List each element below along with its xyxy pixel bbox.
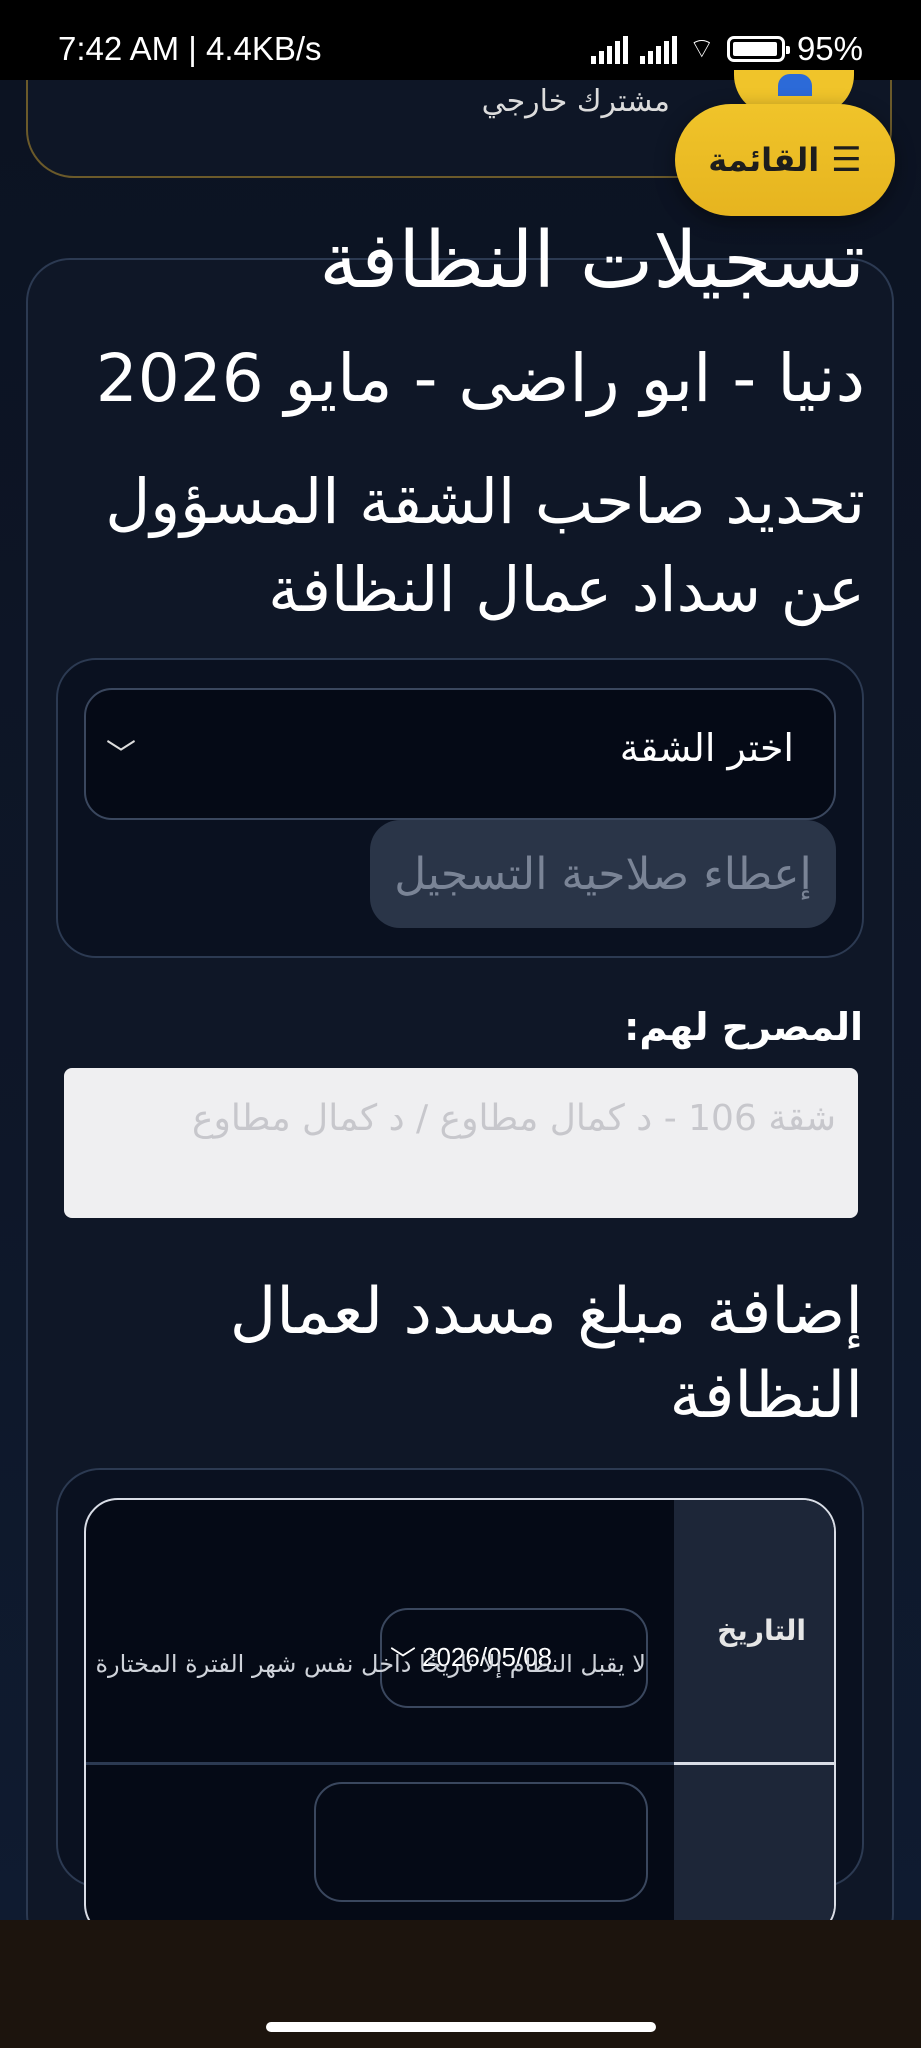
date-hint: لا يقبل النظام إلا تاريخًا داخل نفس شهر …: [95, 1650, 646, 1678]
home-indicator[interactable]: [266, 2022, 656, 2032]
grant-permission-button[interactable]: إعطاء صلاحية التسجيل: [370, 820, 836, 928]
date-label-cell: التاريخ: [674, 1500, 834, 1762]
status-time: 7:42 AM | 4.4KB/s: [58, 30, 322, 67]
wifi-icon: ⌔: [688, 32, 715, 64]
payment-form-table: التاريخ ﹀ 2026/05/08 لا يقبل النظام إلا …: [84, 1498, 836, 1938]
status-icons: ⌔ 95%: [590, 30, 863, 68]
navigation-bar: [0, 1920, 921, 2048]
status-bar: 7:42 AM | 4.4KB/s ⌔ 95%: [0, 0, 921, 80]
page-title: تسجيلات النظافة: [319, 216, 865, 306]
amount-label-cell: [674, 1765, 834, 1936]
battery-percent: 95%: [796, 30, 863, 67]
amount-input[interactable]: [314, 1782, 648, 1902]
signal-icon: [590, 34, 628, 64]
chevron-down-icon: ﹀: [106, 738, 136, 773]
section-title: تحديد صاحب الشقة المسؤول عن سداد عمال ال…: [105, 465, 865, 626]
menu-label: القائمة: [708, 141, 820, 179]
page-subtitle: دنيا - ابو راضى - مايو 2026: [95, 340, 865, 417]
hamburger-icon: ☰: [831, 140, 862, 180]
user-icon: [778, 74, 812, 96]
apartment-select-placeholder: اختر الشقة: [619, 726, 794, 770]
allowed-users-field: شقة 106 - د كمال مطاوع / د كمال مطاوع: [64, 1068, 858, 1218]
signal-icon-2: [639, 34, 677, 64]
user-role: مشترك خارجي: [481, 84, 670, 119]
add-payment-title: إضافة مبلغ مسدد لعمال النظافة: [229, 1275, 863, 1433]
menu-button[interactable]: القائمة ☰: [675, 104, 895, 216]
battery-icon: [726, 36, 790, 62]
apartment-select[interactable]: اختر الشقة ﹀: [84, 688, 836, 820]
date-label: التاريخ: [717, 1614, 806, 1647]
allowed-users-label: المصرح لهم:: [624, 1005, 863, 1049]
